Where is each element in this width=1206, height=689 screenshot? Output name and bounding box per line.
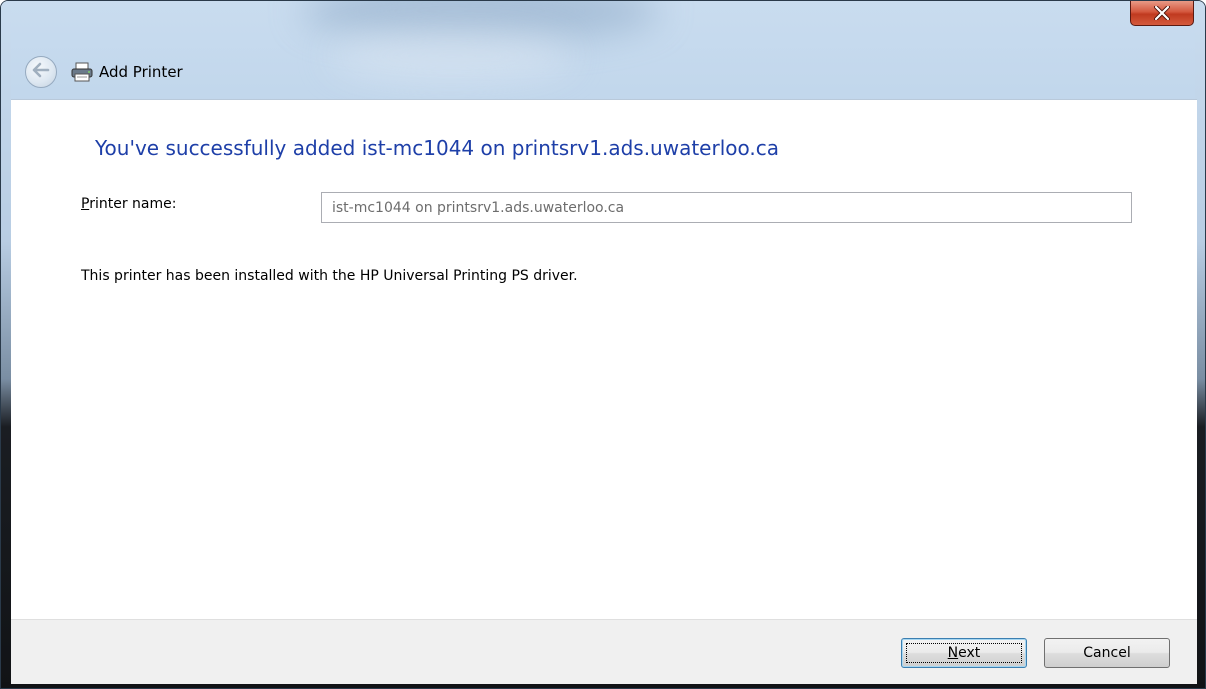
close-button[interactable] [1130,1,1194,26]
printer-name-field[interactable] [321,192,1132,223]
back-arrow-icon [32,62,50,82]
driver-info-text: This printer has been installed with the… [81,268,578,284]
wizard-footer: Next Cancel [11,619,1197,684]
window-frame-left [1,1,11,688]
wizard-content: You've successfully added ist-mc1044 on … [11,99,1197,619]
cancel-button[interactable]: Cancel [1044,638,1170,668]
focus-rectangle [906,643,1022,663]
back-button[interactable] [25,56,57,88]
printer-name-label-text: rinter name: [89,196,177,212]
printer-name-label: Printer name: [81,196,176,212]
next-button[interactable]: Next [901,638,1027,668]
page-title: You've successfully added ist-mc1044 on … [95,136,779,160]
cancel-button-label: Cancel [1083,645,1131,661]
close-icon [1154,6,1170,20]
printer-icon [71,62,93,82]
add-printer-window: Add Printer You've successfully added is… [0,0,1206,689]
window-title: Add Printer [99,63,183,81]
accelerator-key: P [81,196,90,212]
wizard-header: Add Printer [11,45,1197,99]
